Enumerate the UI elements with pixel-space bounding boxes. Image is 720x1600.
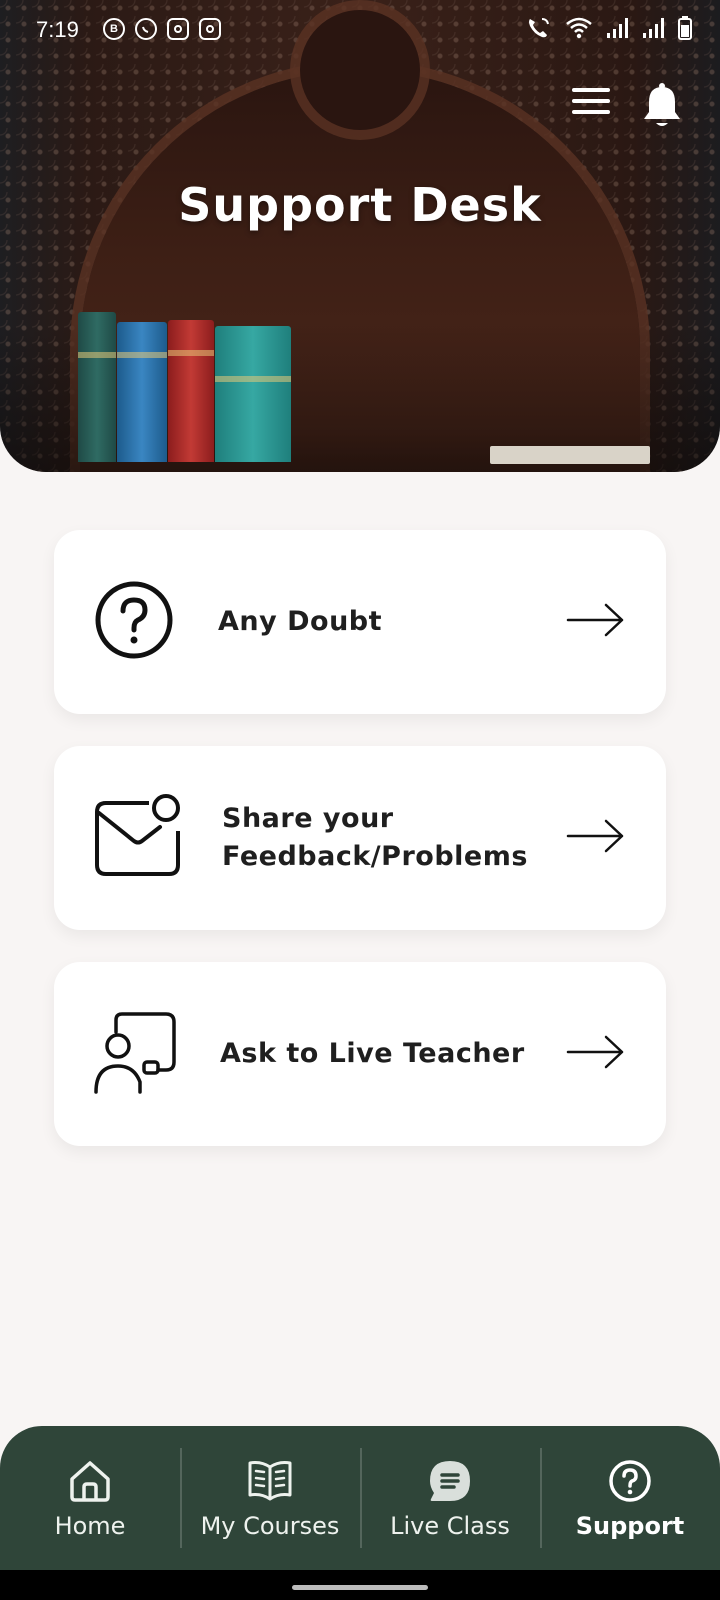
nav-label-home: Home — [54, 1512, 126, 1540]
nav-item-my-courses[interactable]: My Courses — [180, 1426, 360, 1570]
nav-item-support[interactable]: Support — [540, 1426, 720, 1570]
bell-icon — [644, 83, 680, 126]
arrow-right-icon — [566, 602, 626, 642]
hamburger-icon-line — [572, 110, 610, 114]
nav-label-my-courses: My Courses — [200, 1512, 340, 1540]
question-circle-icon — [608, 1456, 652, 1506]
any-doubt-label: Any Doubt — [218, 606, 383, 637]
live-teacher-label: Ask to Live Teacher — [220, 1038, 525, 1069]
notifications-button[interactable] — [642, 82, 682, 130]
wifi-call-icon — [529, 18, 549, 38]
feedback-card[interactable]: Share your Feedback/Problems — [54, 746, 666, 930]
gesture-handle[interactable] — [292, 1585, 428, 1590]
question-circle-icon — [94, 580, 174, 664]
bottom-navigation: Home My Courses Live Class Support — [0, 1426, 720, 1570]
nav-label-support: Support — [575, 1512, 685, 1540]
feedback-label-line1: Share your — [222, 803, 394, 834]
hamburger-icon — [572, 88, 610, 92]
papers-illustration — [490, 446, 650, 464]
battery-icon — [678, 16, 692, 40]
nav-item-home[interactable]: Home — [0, 1426, 180, 1570]
whatsapp-icon — [135, 18, 157, 40]
book-illustration — [78, 312, 116, 462]
hamburger-icon-line — [572, 99, 610, 103]
nav-item-live-class[interactable]: Live Class — [360, 1426, 540, 1570]
book-illustration — [215, 326, 291, 462]
book-illustration — [117, 322, 167, 462]
feedback-label: Share your Feedback/Problems — [222, 800, 528, 876]
page-title: Support Desk — [178, 178, 542, 232]
teacher-board-icon — [94, 1010, 178, 1098]
nav-label-live-class: Live Class — [390, 1512, 510, 1540]
signal-icon — [643, 18, 664, 38]
book-icon — [247, 1456, 293, 1506]
menu-button[interactable] — [572, 88, 610, 118]
live-teacher-card[interactable]: Ask to Live Teacher — [54, 962, 666, 1146]
instagram-icon — [199, 18, 221, 40]
wifi-icon — [566, 17, 592, 39]
any-doubt-card[interactable]: Any Doubt — [54, 530, 666, 714]
home-icon — [68, 1456, 112, 1506]
status-time: 7:19 — [36, 17, 79, 42]
arrow-right-icon — [566, 1034, 626, 1074]
instagram-icon — [167, 18, 189, 40]
arrow-right-icon — [566, 818, 626, 858]
status-system-icons — [526, 16, 692, 40]
chat-bubble-icon — [428, 1456, 472, 1506]
mail-notification-icon — [94, 793, 182, 883]
status-bar: 7:19 B — [0, 0, 720, 60]
feedback-label-line2: Feedback/Problems — [222, 841, 528, 872]
signal-icon — [607, 18, 628, 38]
book-illustration — [168, 320, 214, 462]
b-icon: B — [103, 18, 125, 40]
status-app-icons: B — [103, 18, 221, 40]
header-banner — [0, 0, 720, 472]
